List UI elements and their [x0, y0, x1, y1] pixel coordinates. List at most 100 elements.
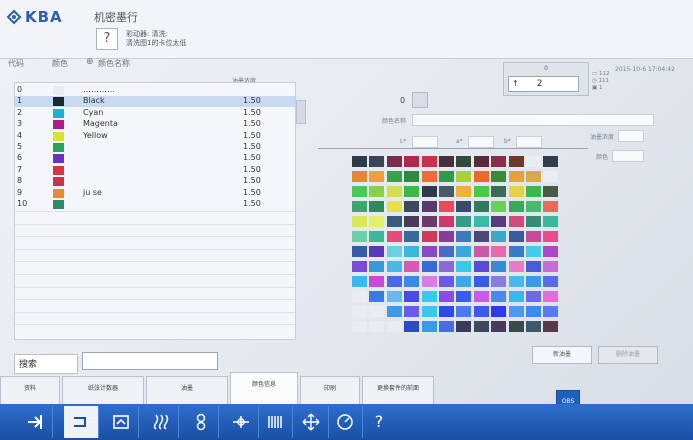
new-ink-button[interactable]: 新油墨 [532, 346, 592, 364]
palette-swatch[interactable] [473, 291, 489, 302]
palette-swatch[interactable] [543, 261, 559, 272]
detail-color-field[interactable] [612, 150, 644, 162]
palette-swatch[interactable] [508, 186, 524, 197]
palette-swatch[interactable] [421, 306, 437, 317]
palette-swatch[interactable] [473, 171, 489, 182]
move-icon[interactable] [294, 406, 329, 438]
palette-swatch[interactable] [543, 291, 559, 302]
palette-swatch[interactable] [456, 321, 472, 332]
palette-swatch[interactable] [456, 171, 472, 182]
palette-swatch[interactable] [508, 171, 524, 182]
palette-swatch[interactable] [473, 246, 489, 257]
palette-swatch[interactable] [404, 231, 420, 242]
palette-swatch[interactable] [508, 231, 524, 242]
palette-swatch[interactable] [404, 321, 420, 332]
palette-swatch[interactable] [421, 216, 437, 227]
palette-swatch[interactable] [508, 246, 524, 257]
palette-swatch[interactable] [369, 156, 385, 167]
palette-swatch[interactable] [491, 171, 507, 182]
palette-swatch[interactable] [386, 276, 402, 287]
palette-swatch[interactable] [526, 306, 541, 317]
palette-swatch[interactable] [526, 216, 541, 227]
palette-swatch[interactable] [508, 216, 524, 227]
palette-swatch[interactable] [369, 291, 385, 302]
gauge-icon[interactable] [328, 406, 363, 438]
palette-swatch[interactable] [543, 276, 559, 287]
palette-swatch[interactable] [369, 276, 385, 287]
tab-0[interactable]: 资料 [0, 376, 60, 404]
palette-swatch[interactable] [386, 186, 402, 197]
list-row[interactable]: 3 Magenta 1.50 [15, 119, 295, 130]
palette-swatch[interactable] [369, 216, 385, 227]
palette-swatch[interactable] [543, 156, 559, 167]
palette-swatch[interactable] [473, 216, 489, 227]
palette-swatch[interactable] [456, 291, 472, 302]
palette-swatch[interactable] [421, 291, 437, 302]
palette-swatch[interactable] [352, 306, 367, 317]
palette-swatch[interactable] [369, 201, 385, 212]
palette-swatch[interactable] [543, 186, 559, 197]
press-icon[interactable] [104, 406, 139, 438]
palette-swatch[interactable] [439, 261, 454, 272]
list-row[interactable]: 9 ju se 1.50 [15, 188, 295, 199]
palette-swatch[interactable] [352, 291, 367, 302]
palette-swatch[interactable] [404, 216, 420, 227]
palette-swatch[interactable] [421, 261, 437, 272]
detail-b-field[interactable] [516, 136, 542, 148]
palette-swatch[interactable] [404, 276, 420, 287]
palette-swatch[interactable] [473, 261, 489, 272]
palette-swatch[interactable] [543, 216, 559, 227]
palette-swatch[interactable] [456, 261, 472, 272]
palette-swatch[interactable] [473, 201, 489, 212]
palette-swatch[interactable] [473, 186, 489, 197]
palette-swatch[interactable] [543, 246, 559, 257]
palette-swatch[interactable] [543, 171, 559, 182]
palette-swatch[interactable] [543, 201, 559, 212]
palette-swatch[interactable] [491, 261, 507, 272]
palette-swatch[interactable] [456, 246, 472, 257]
palette-swatch[interactable] [526, 291, 541, 302]
palette-swatch[interactable] [456, 231, 472, 242]
palette-swatch[interactable] [421, 171, 437, 182]
enter-icon[interactable] [64, 406, 99, 438]
palette-swatch[interactable] [386, 261, 402, 272]
detail-l-field[interactable] [412, 136, 438, 148]
palette-swatch[interactable] [404, 156, 420, 167]
palette-swatch[interactable] [352, 321, 367, 332]
palette-swatch[interactable] [404, 306, 420, 317]
palette-swatch[interactable] [352, 201, 367, 212]
palette-swatch[interactable] [526, 171, 541, 182]
palette-swatch[interactable] [386, 291, 402, 302]
palette-swatch[interactable] [421, 246, 437, 257]
palette-swatch[interactable] [404, 171, 420, 182]
palette-swatch[interactable] [421, 186, 437, 197]
palette-swatch[interactable] [473, 156, 489, 167]
palette-swatch[interactable] [508, 321, 524, 332]
palette-swatch[interactable] [439, 156, 454, 167]
palette-swatch[interactable] [352, 171, 367, 182]
color-list[interactable]: 0 ………… 1 Black 1.50 2 Cyan 1.50 3 Magenta 1.50 4 Yel… [14, 82, 296, 340]
palette-swatch[interactable] [508, 291, 524, 302]
palette-swatch[interactable] [352, 186, 367, 197]
palette-swatch[interactable] [491, 186, 507, 197]
tab-2[interactable]: 油墨 [146, 376, 228, 404]
list-row[interactable]: 7 1.50 [15, 165, 295, 176]
palette-swatch[interactable] [456, 306, 472, 317]
palette-swatch[interactable] [456, 201, 472, 212]
palette-swatch[interactable] [421, 156, 437, 167]
palette-swatch[interactable] [526, 276, 541, 287]
list-row[interactable]: 10 1.50 [15, 199, 295, 210]
palette-swatch[interactable] [526, 201, 541, 212]
palette-swatch[interactable] [491, 216, 507, 227]
list-row[interactable]: 5 1.50 [15, 142, 295, 153]
tab-5[interactable]: 更换套件的前面 [362, 376, 434, 404]
palette-swatch[interactable] [386, 201, 402, 212]
detail-density-field[interactable] [618, 130, 644, 142]
palette-swatch[interactable] [526, 156, 541, 167]
palette-swatch[interactable] [386, 231, 402, 242]
palette-swatch[interactable] [352, 216, 367, 227]
delete-ink-button[interactable]: 删除油墨 [598, 346, 658, 364]
detail-name-field[interactable] [412, 114, 654, 126]
palette-swatch[interactable] [473, 276, 489, 287]
palette-swatch[interactable] [508, 156, 524, 167]
